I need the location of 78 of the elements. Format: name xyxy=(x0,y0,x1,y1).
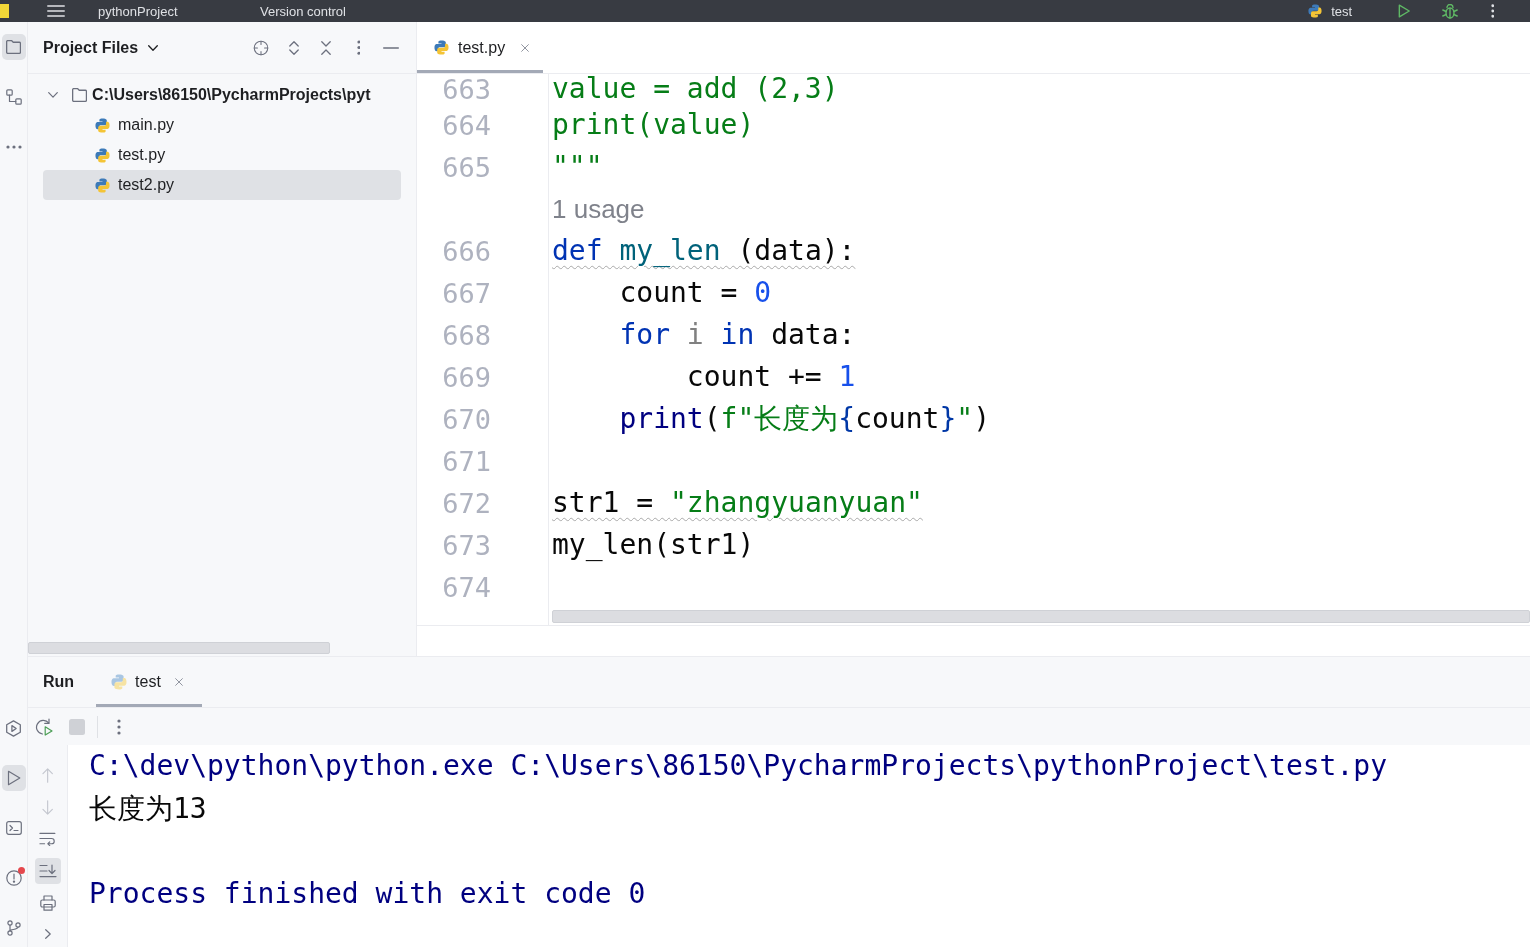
inward-chevron-icon[interactable] xyxy=(321,40,331,55)
console-line: 长度为13 xyxy=(89,791,207,825)
app-logo-icon xyxy=(0,4,9,18)
minimize-icon[interactable] xyxy=(383,46,399,49)
run-tab[interactable]: test xyxy=(96,657,202,707)
code-line: for i in data: xyxy=(618,319,856,351)
run-icon xyxy=(6,770,21,786)
terminal-icon xyxy=(5,821,22,835)
code-line: def my_len (data): xyxy=(552,235,856,267)
line-number: 665 xyxy=(442,153,491,181)
code-line: my_len(str1) xyxy=(552,529,755,561)
line-number: 668 xyxy=(442,321,491,349)
chevron-down-icon[interactable] xyxy=(48,92,58,98)
crosshair-icon[interactable] xyxy=(253,38,269,57)
more-icon xyxy=(5,145,22,149)
run-tool-button[interactable] xyxy=(1,765,26,791)
folder-icon xyxy=(5,40,22,54)
line-number: 663 xyxy=(442,75,491,103)
scroll-to-end-button[interactable] xyxy=(34,858,61,884)
editor-tab[interactable]: test.py xyxy=(417,22,544,73)
code-line: count += 1 xyxy=(685,361,856,393)
line-number: 664 xyxy=(442,111,491,139)
code-line: value = add (2,3) xyxy=(552,73,839,105)
python-icon xyxy=(95,117,110,133)
menu-icon[interactable] xyxy=(47,5,65,17)
run-icon[interactable] xyxy=(1398,4,1411,18)
close-icon[interactable] xyxy=(521,43,530,52)
hexagon-play-icon xyxy=(5,719,22,737)
more-icon[interactable] xyxy=(1490,4,1494,18)
project-selector[interactable]: pythonProject xyxy=(98,3,260,19)
folder-icon xyxy=(72,88,88,102)
python-icon xyxy=(95,147,110,163)
python-icon xyxy=(1308,4,1323,18)
python-icon xyxy=(95,177,110,193)
more-icon[interactable] xyxy=(356,40,361,55)
printer-icon xyxy=(39,894,56,911)
scrollbar[interactable] xyxy=(28,642,330,654)
close-icon[interactable] xyxy=(174,678,183,686)
code-line: count = 0 xyxy=(618,277,772,309)
code-line: print(f"长度为{count}") xyxy=(618,403,991,435)
code-line: str1 = "zhangyuanyuan" xyxy=(552,487,923,519)
panel-title: Run xyxy=(43,673,75,691)
line-number: 673 xyxy=(442,531,491,559)
line-number: 671 xyxy=(442,447,491,475)
line-number: 672 xyxy=(442,489,491,517)
structure-icon xyxy=(5,89,22,105)
code-line: """ xyxy=(552,151,603,183)
branch-icon xyxy=(5,920,22,936)
exclamation-circle-icon xyxy=(5,870,22,886)
scrollbar[interactable] xyxy=(552,610,1530,623)
code-line: print(value) xyxy=(552,109,755,141)
tree-item[interactable]: C:\Users\86150\PycharmProjects\pyt xyxy=(43,80,401,110)
line-number: 674 xyxy=(442,573,491,601)
console-line: C:\dev\python\python.exe C:\Users\86150\PycharmProjects\pythonProject\test.py xyxy=(89,749,1388,782)
vcs-selector[interactable]: Version control xyxy=(260,3,346,19)
line-number: 670 xyxy=(442,405,491,433)
rerun-icon[interactable] xyxy=(35,717,53,736)
python-icon xyxy=(434,40,449,55)
line-number: 669 xyxy=(442,363,491,391)
tree-item[interactable]: test2.py xyxy=(43,170,401,200)
project-tool-button[interactable] xyxy=(1,34,26,60)
more-icon[interactable] xyxy=(117,718,121,735)
console-line: Process finished with exit code 0 xyxy=(89,876,646,910)
line-number: 666 xyxy=(442,237,491,265)
arrow-up-icon xyxy=(41,768,54,784)
bug-icon[interactable] xyxy=(1441,3,1458,19)
usage-hint[interactable]: 1 usage xyxy=(552,194,645,224)
soft-wrap-icon xyxy=(39,832,56,847)
up-down-chevron-icon[interactable] xyxy=(288,40,299,55)
tree-item[interactable]: main.py xyxy=(43,110,401,140)
view-dropdown[interactable]: Project Files xyxy=(43,38,159,57)
chevron-right-icon xyxy=(44,929,51,940)
line-number: 667 xyxy=(442,279,491,307)
run-configuration-selector[interactable]: test xyxy=(1331,3,1353,19)
tree-item[interactable]: test.py xyxy=(43,140,401,170)
arrow-down-icon xyxy=(41,800,54,815)
chevron-down-icon xyxy=(148,44,159,51)
scroll-to-end-icon xyxy=(38,863,57,878)
